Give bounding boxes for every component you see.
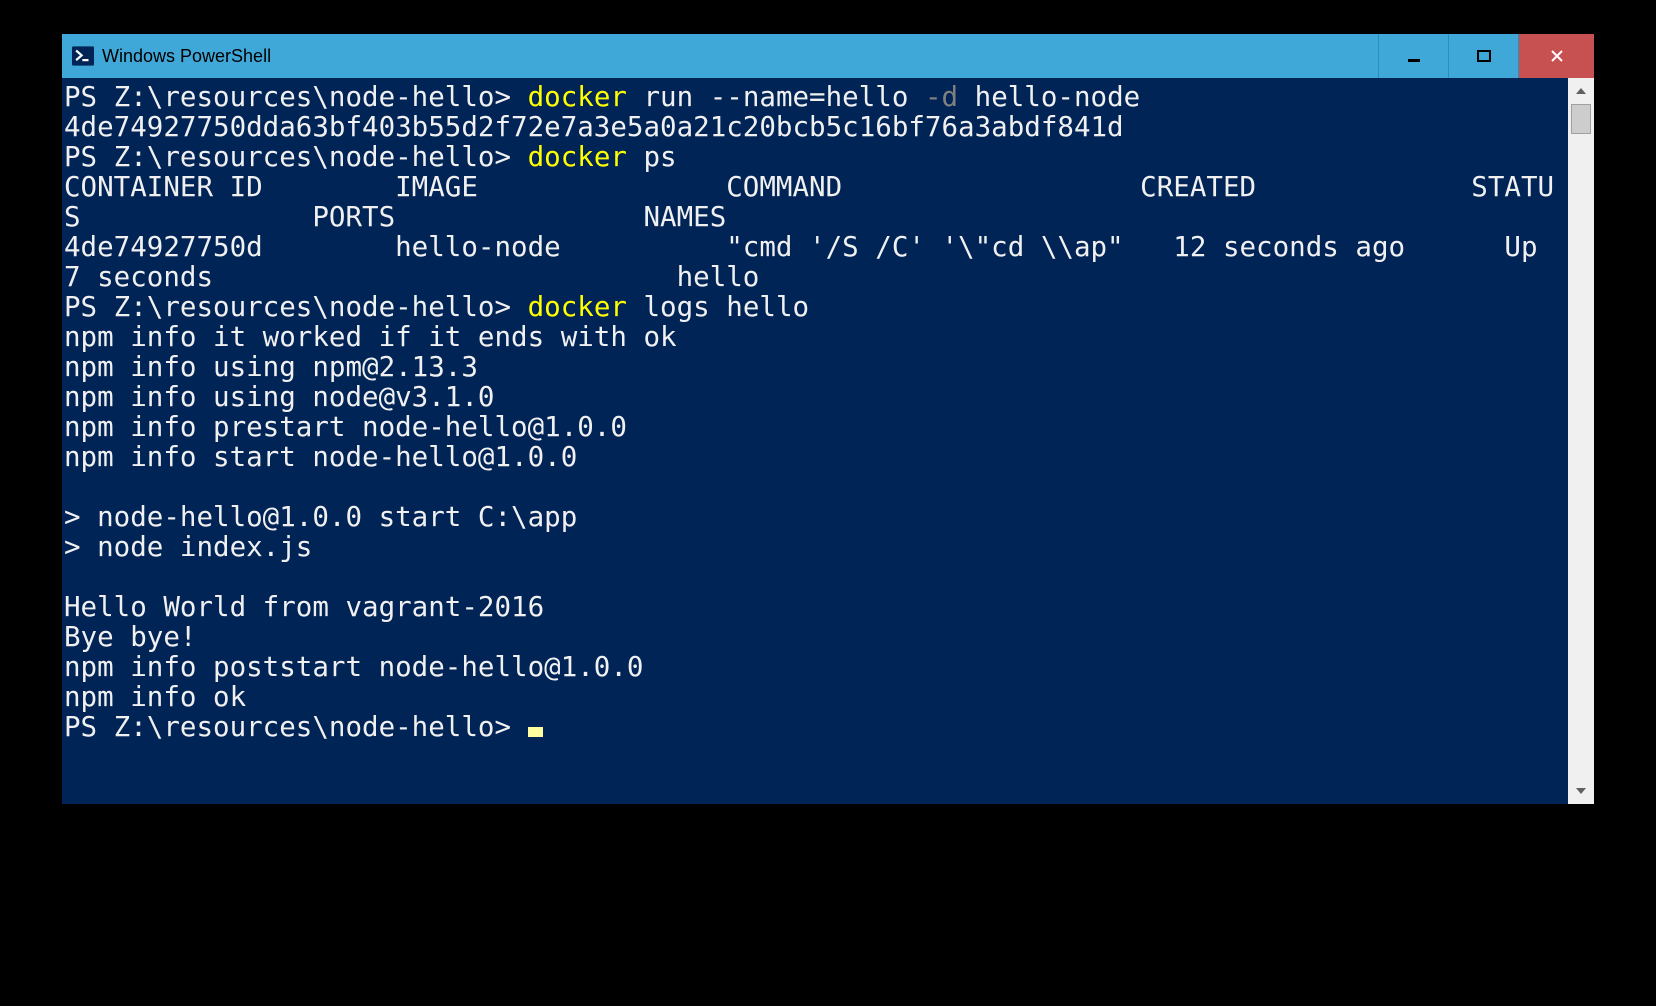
titlebar[interactable]: Windows PowerShell bbox=[62, 34, 1594, 78]
window-title: Windows PowerShell bbox=[102, 46, 1378, 67]
powershell-icon bbox=[72, 45, 94, 67]
minimize-button[interactable] bbox=[1378, 34, 1448, 78]
window-controls bbox=[1378, 34, 1594, 78]
vertical-scrollbar[interactable] bbox=[1568, 78, 1594, 804]
maximize-button[interactable] bbox=[1448, 34, 1518, 78]
scroll-up-button[interactable] bbox=[1568, 78, 1594, 104]
scroll-down-button[interactable] bbox=[1568, 778, 1594, 804]
terminal-output[interactable]: PS Z:\resources\node-hello> docker run -… bbox=[62, 78, 1568, 804]
content-area: PS Z:\resources\node-hello> docker run -… bbox=[62, 78, 1594, 804]
scrollbar-thumb[interactable] bbox=[1571, 104, 1591, 134]
close-button[interactable] bbox=[1518, 34, 1594, 78]
scrollbar-track[interactable] bbox=[1568, 104, 1594, 778]
powershell-window: Windows PowerShell PS Z:\resources\node-… bbox=[62, 34, 1594, 804]
terminal-cursor bbox=[528, 727, 543, 737]
